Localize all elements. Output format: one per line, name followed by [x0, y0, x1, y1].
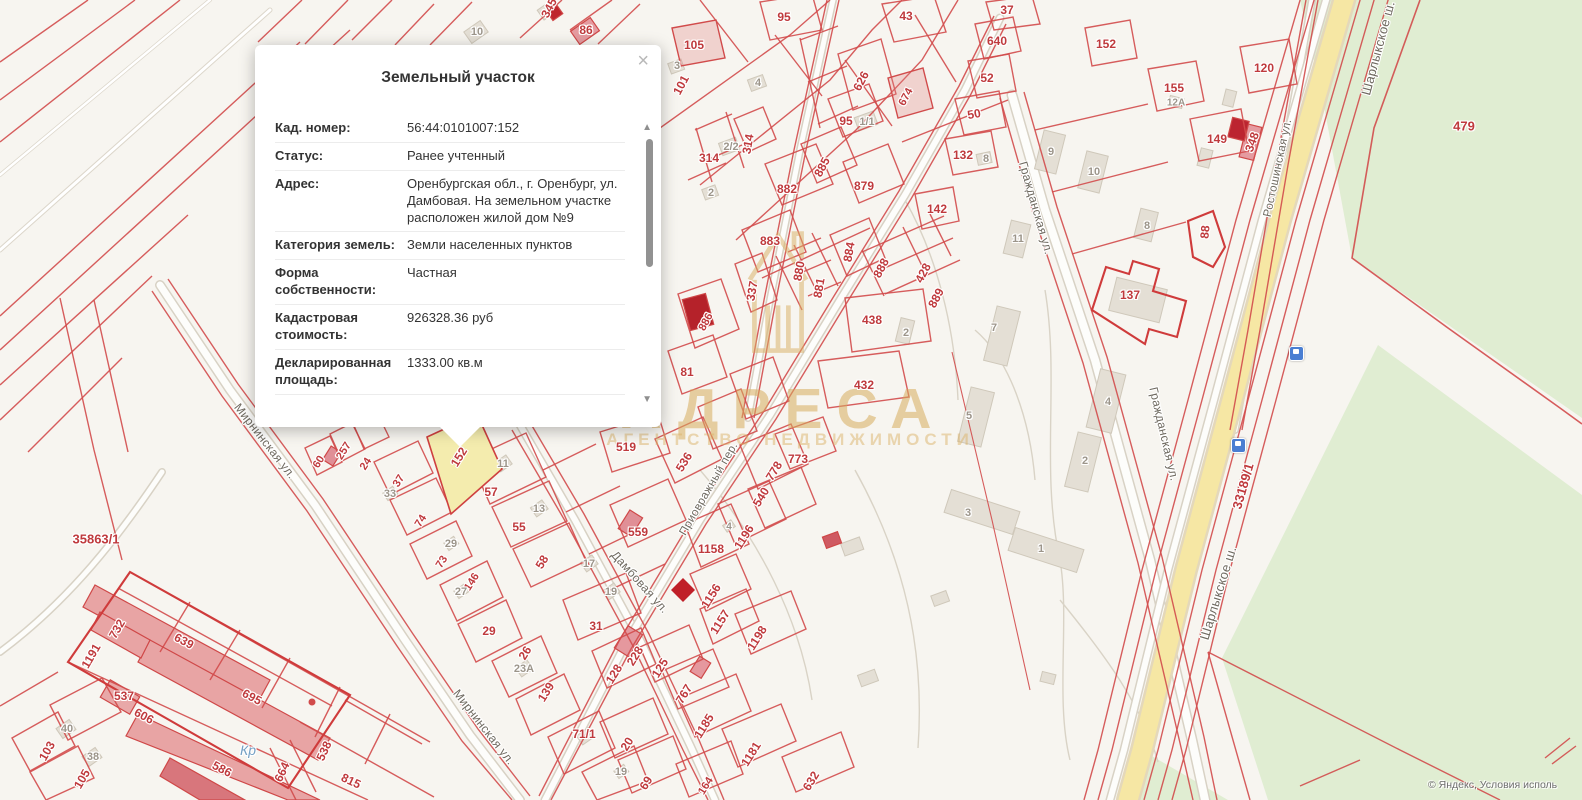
bus-stop-icon[interactable] [1231, 438, 1246, 453]
popup-row-cadastral-value: Кадастровая стоимость: 926328.36 руб [275, 305, 625, 350]
popup-row-land-category: Категория земель: Земли населенных пункт… [275, 232, 625, 260]
map-canvas[interactable] [0, 0, 1582, 800]
popup-rows: Кад. номер: 56:44:0101007:152 Статус: Ра… [275, 115, 625, 395]
popup-row-status: Статус: Ранее учтенный [275, 143, 625, 171]
bus-stop-icon[interactable] [1289, 346, 1304, 361]
cadastral-map-app: { "popup": { "title": "Земельный участок… [0, 0, 1582, 800]
popup-row-cad-number: Кад. номер: 56:44:0101007:152 [275, 115, 625, 143]
scroll-down-button[interactable]: ▼ [642, 395, 652, 405]
popup-title: Земельный участок [255, 45, 661, 87]
popup-row-declared-area: Декларированная площадь: 1333.00 кв.м [275, 350, 625, 395]
popup-row-address: Адрес: Оренбургская обл., г. Оренбург, у… [275, 171, 625, 233]
close-icon[interactable]: × [637, 51, 649, 71]
parcel-info-popup: × Земельный участок Кад. номер: 56:44:01… [255, 45, 661, 427]
map-attribution[interactable]: © Яндекс, Условия исполь [1428, 779, 1557, 791]
popup-row-ownership: Форма собственности: Частная [275, 260, 625, 305]
scroll-thumb[interactable] [646, 139, 653, 267]
scroll-up-button[interactable]: ▲ [642, 123, 652, 133]
